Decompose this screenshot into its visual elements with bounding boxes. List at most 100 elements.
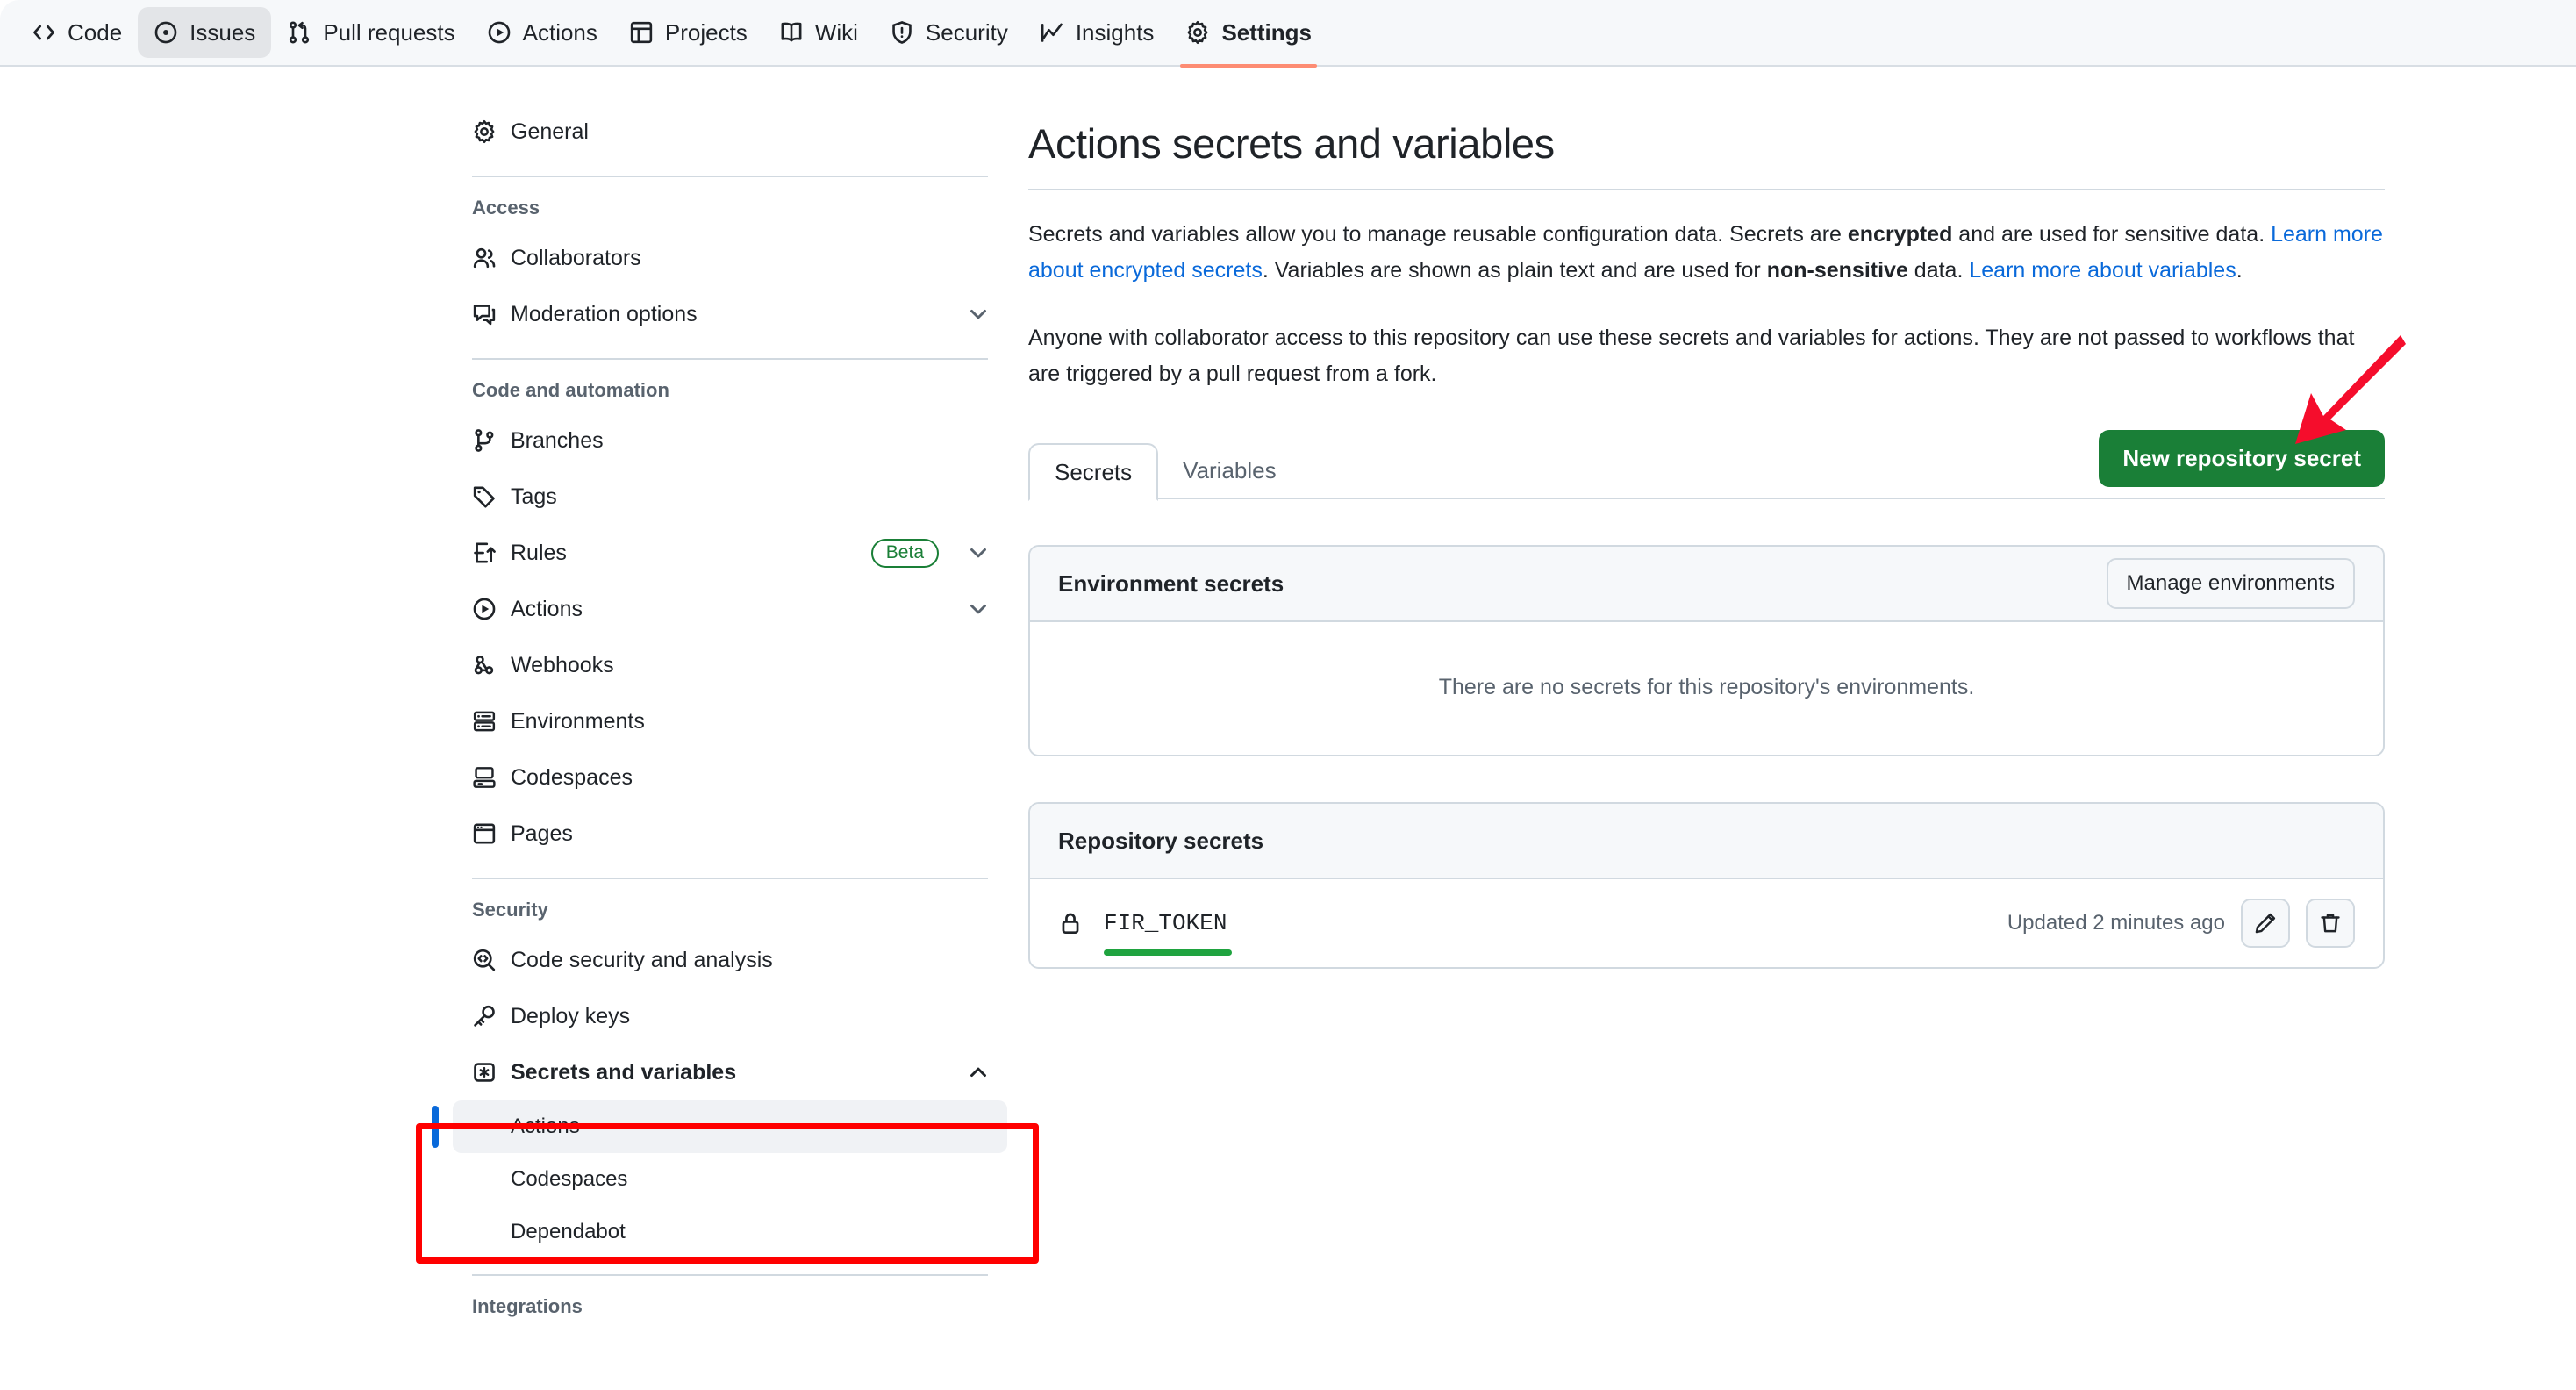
sidebar-item-label: Environments xyxy=(511,708,645,734)
graph-icon xyxy=(1040,20,1064,45)
nav-item-label: Pull requests xyxy=(323,18,455,46)
sidebar-divider xyxy=(472,358,988,360)
sidebar-item-label: Deploy keys xyxy=(511,1003,631,1028)
sidebar-divider xyxy=(472,1274,988,1276)
nav-item-settings[interactable]: Settings xyxy=(1170,7,1327,68)
sidebar-subitem-dependabot[interactable]: Dependabot xyxy=(453,1206,1007,1258)
environment-secrets-empty-text: There are no secrets for this repository… xyxy=(1438,675,1975,699)
sidebar-item-label: Moderation options xyxy=(511,301,698,326)
nav-item-label: Actions xyxy=(522,18,597,46)
sidebar-section-heading-access: Access xyxy=(472,197,540,219)
desc-text: . Variables are shown as plain text and … xyxy=(1262,258,1767,283)
tag-icon xyxy=(472,484,497,509)
secrets-variables-tabs: Secrets Variables New repository secret xyxy=(1028,430,2385,501)
sidebar-section-heading-integrations: Integrations xyxy=(472,1295,583,1317)
sidebar-item-collaborators[interactable]: Collaborators xyxy=(453,230,1007,286)
sidebar-item-environments[interactable]: Environments xyxy=(453,693,1007,749)
nav-item-label: Projects xyxy=(664,18,748,46)
environment-secrets-panel: Environment secrets Manage environments … xyxy=(1028,545,2385,756)
sidebar-item-webhooks[interactable]: Webhooks xyxy=(453,637,1007,693)
webhook-icon xyxy=(472,653,497,677)
nav-item-pull-requests[interactable]: Pull requests xyxy=(271,7,470,58)
nav-item-label: Settings xyxy=(1221,18,1313,46)
link-variables[interactable]: Learn more about variables xyxy=(1969,258,2236,283)
nav-item-wiki[interactable]: Wiki xyxy=(763,7,874,58)
description-paragraph-1: Secrets and variables allow you to manag… xyxy=(1028,217,2385,289)
nav-item-issues[interactable]: Issues xyxy=(138,7,272,58)
tab-secrets[interactable]: Secrets xyxy=(1028,443,1159,501)
git-pull-request-icon xyxy=(287,20,311,45)
sidebar-item-label: Codespaces xyxy=(511,764,633,790)
codescan-icon xyxy=(472,948,497,972)
chevron-up-icon[interactable] xyxy=(967,1061,990,1084)
sidebar-item-tags[interactable]: Tags xyxy=(453,469,1007,525)
manage-environments-button[interactable]: Manage environments xyxy=(2106,558,2355,609)
desc-text: data. xyxy=(1907,258,1970,283)
nav-item-label: Wiki xyxy=(814,18,858,46)
sidebar-divider xyxy=(472,176,988,177)
sidebar-item-label: General xyxy=(511,118,589,144)
repo-nav-bar: Code Issues Pull requests Actions Projects Wi… xyxy=(0,0,2576,68)
gear-icon xyxy=(1185,20,1210,45)
rules-icon xyxy=(472,541,497,565)
edit-secret-button[interactable] xyxy=(2241,899,2290,948)
sidebar-item-label: Pages xyxy=(511,820,573,846)
sidebar-subitem-label: Actions xyxy=(511,1114,580,1138)
settings-sidebar: General Access Collaborators Moderation op… xyxy=(432,104,1007,1329)
server-icon xyxy=(472,709,497,734)
nav-item-label: Security xyxy=(925,18,1008,46)
chevron-down-icon[interactable] xyxy=(967,303,990,326)
git-branch-icon xyxy=(472,428,497,453)
play-icon xyxy=(487,20,512,45)
codespaces-icon xyxy=(472,765,497,790)
sidebar-item-actions[interactable]: Actions xyxy=(453,581,1007,637)
sidebar-item-label: Rules xyxy=(511,540,567,565)
sidebar-item-pages[interactable]: Pages xyxy=(453,806,1007,862)
tab-variables[interactable]: Variables xyxy=(1158,441,1300,499)
nav-item-code[interactable]: Code xyxy=(16,7,138,58)
nav-item-security[interactable]: Security xyxy=(874,7,1024,58)
key-icon xyxy=(472,1004,497,1028)
nav-item-projects[interactable]: Projects xyxy=(613,7,763,58)
code-icon xyxy=(32,20,56,45)
panel-header: Environment secrets Manage environments xyxy=(1030,547,2383,622)
new-repository-secret-button[interactable]: New repository secret xyxy=(2099,430,2385,487)
nav-item-actions[interactable]: Actions xyxy=(471,7,613,58)
secret-updated-time: Updated 2 minutes ago xyxy=(2007,911,2225,935)
description-paragraph-2: Anyone with collaborator access to this … xyxy=(1028,326,2355,386)
sidebar-subitem-list: Actions Codespaces Dependabot xyxy=(432,1100,1007,1258)
page-title: Actions secrets and variables xyxy=(1028,120,1555,167)
issue-opened-icon xyxy=(154,20,178,45)
sidebar-sections: Access Collaborators Moderation options Cod… xyxy=(453,197,1007,1044)
desc-bold-encrypted: encrypted xyxy=(1847,222,1953,247)
sidebar-subitem-actions[interactable]: Actions xyxy=(432,1100,1007,1153)
sidebar-item-rules[interactable]: Rules Beta xyxy=(453,525,1007,581)
browser-icon xyxy=(472,821,497,846)
nav-item-label: Code xyxy=(68,18,123,46)
secret-name: FIR_TOKEN xyxy=(1104,910,1233,956)
sidebar-item-codespaces[interactable]: Codespaces xyxy=(453,749,1007,806)
sidebar-item-secrets-and-variables[interactable]: Secrets and variables xyxy=(453,1044,1007,1100)
environment-secrets-title: Environment secrets xyxy=(1058,570,1284,597)
sidebar-item-general[interactable]: General xyxy=(453,104,1007,160)
sidebar-subitem-codespaces[interactable]: Codespaces xyxy=(453,1153,1007,1206)
sidebar-item-code-security-and-analysis[interactable]: Code security and analysis xyxy=(453,932,1007,988)
beta-badge: Beta xyxy=(870,538,939,568)
panel-header: Repository secrets xyxy=(1030,804,2383,879)
sidebar-item-label: Branches xyxy=(511,427,604,453)
desc-text: . xyxy=(2236,258,2243,283)
book-icon xyxy=(779,20,804,45)
sidebar-item-moderation-options[interactable]: Moderation options xyxy=(453,286,1007,342)
chevron-down-icon[interactable] xyxy=(967,598,990,620)
sidebar-item-label: Tags xyxy=(511,484,557,509)
repository-secrets-title: Repository secrets xyxy=(1058,827,1264,854)
sidebar-divider xyxy=(472,878,988,879)
delete-secret-button[interactable] xyxy=(2306,899,2355,948)
lock-icon xyxy=(1058,911,1083,935)
sidebar-item-label: Collaborators xyxy=(511,245,641,270)
chevron-down-icon[interactable] xyxy=(967,541,990,564)
sidebar-item-branches[interactable]: Branches xyxy=(453,412,1007,469)
secret-row: FIR_TOKEN Updated 2 minutes ago xyxy=(1030,879,2383,967)
sidebar-item-deploy-keys[interactable]: Deploy keys xyxy=(453,988,1007,1044)
nav-item-insights[interactable]: Insights xyxy=(1024,7,1170,58)
